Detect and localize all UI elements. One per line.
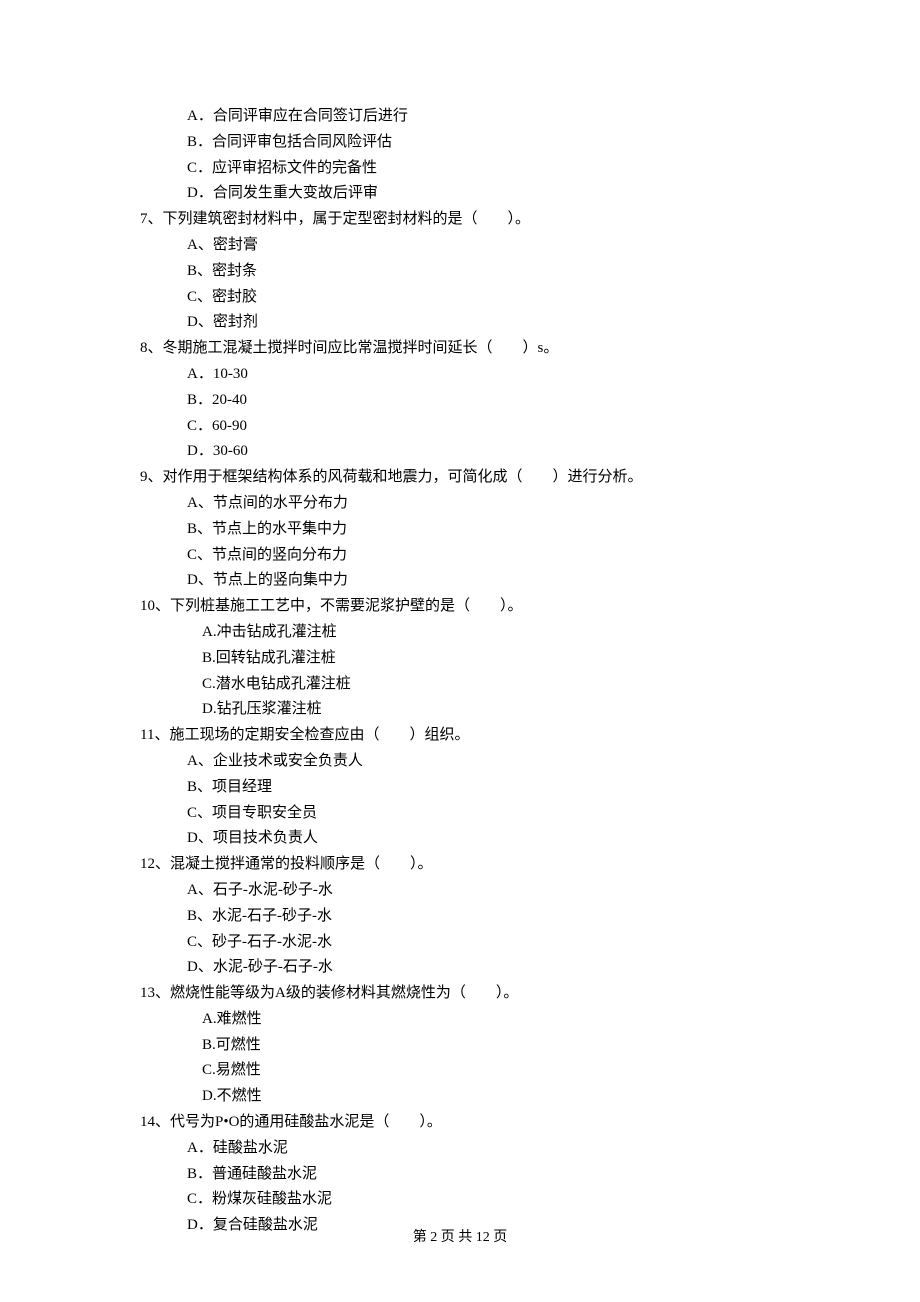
option-line: A．硅酸盐水泥: [140, 1136, 780, 1162]
option-line: C、节点间的竖向分布力: [140, 543, 780, 569]
option-line: C.易燃性: [140, 1058, 780, 1084]
option-line: C、密封胶: [140, 285, 780, 311]
option-line: B、水泥-石子-砂子-水: [140, 904, 780, 930]
option-line: D．合同发生重大变故后评审: [140, 181, 780, 207]
option-line: A、石子-水泥-砂子-水: [140, 878, 780, 904]
option-line: C．60-90: [140, 414, 780, 440]
option-line: B.可燃性: [140, 1033, 780, 1059]
option-line: D．30-60: [140, 439, 780, 465]
content-area: A．合同评审应在合同签订后进行B．合同评审包括合同风险评估C．应评审招标文件的完…: [140, 104, 780, 1239]
question-line: 9、对作用于框架结构体系的风荷载和地震力，可简化成（ ）进行分析。: [140, 465, 780, 491]
option-line: B．合同评审包括合同风险评估: [140, 130, 780, 156]
option-line: C.潜水电钻成孔灌注桩: [140, 672, 780, 698]
question-line: 13、燃烧性能等级为A级的装修材料其燃烧性为（ ）。: [140, 981, 780, 1007]
option-line: A、密封膏: [140, 233, 780, 259]
option-line: D、水泥-砂子-石子-水: [140, 955, 780, 981]
option-line: D、项目技术负责人: [140, 826, 780, 852]
question-line: 7、下列建筑密封材料中，属于定型密封材料的是（ ）。: [140, 207, 780, 233]
option-line: B．普通硅酸盐水泥: [140, 1162, 780, 1188]
option-line: D.不燃性: [140, 1084, 780, 1110]
page-footer: 第 2 页 共 12 页: [0, 1226, 920, 1250]
question-line: 8、冬期施工混凝土搅拌时间应比常温搅拌时间延长（ ）s。: [140, 336, 780, 362]
option-line: D.钻孔压浆灌注桩: [140, 697, 780, 723]
option-line: A、企业技术或安全负责人: [140, 749, 780, 775]
option-line: A．10-30: [140, 362, 780, 388]
option-line: A、节点间的水平分布力: [140, 491, 780, 517]
question-line: 10、下列桩基施工工艺中，不需要泥浆护壁的是（ ）。: [140, 594, 780, 620]
question-line: 12、混凝土搅拌通常的投料顺序是（ ）。: [140, 852, 780, 878]
option-line: D、密封剂: [140, 310, 780, 336]
option-line: B、节点上的水平集中力: [140, 517, 780, 543]
option-line: B、项目经理: [140, 775, 780, 801]
question-line: 11、施工现场的定期安全检查应由（ ）组织。: [140, 723, 780, 749]
option-line: D、节点上的竖向集中力: [140, 568, 780, 594]
option-line: B.回转钻成孔灌注桩: [140, 646, 780, 672]
question-line: 14、代号为P•O的通用硅酸盐水泥是（ ）。: [140, 1110, 780, 1136]
option-line: B．20-40: [140, 388, 780, 414]
option-line: C．应评审招标文件的完备性: [140, 156, 780, 182]
option-line: A.冲击钻成孔灌注桩: [140, 620, 780, 646]
option-line: C．粉煤灰硅酸盐水泥: [140, 1187, 780, 1213]
option-line: B、密封条: [140, 259, 780, 285]
option-line: C、项目专职安全员: [140, 801, 780, 827]
option-line: A.难燃性: [140, 1007, 780, 1033]
option-line: C、砂子-石子-水泥-水: [140, 930, 780, 956]
document-page: A．合同评审应在合同签订后进行B．合同评审包括合同风险评估C．应评审招标文件的完…: [0, 0, 920, 1302]
option-line: A．合同评审应在合同签订后进行: [140, 104, 780, 130]
